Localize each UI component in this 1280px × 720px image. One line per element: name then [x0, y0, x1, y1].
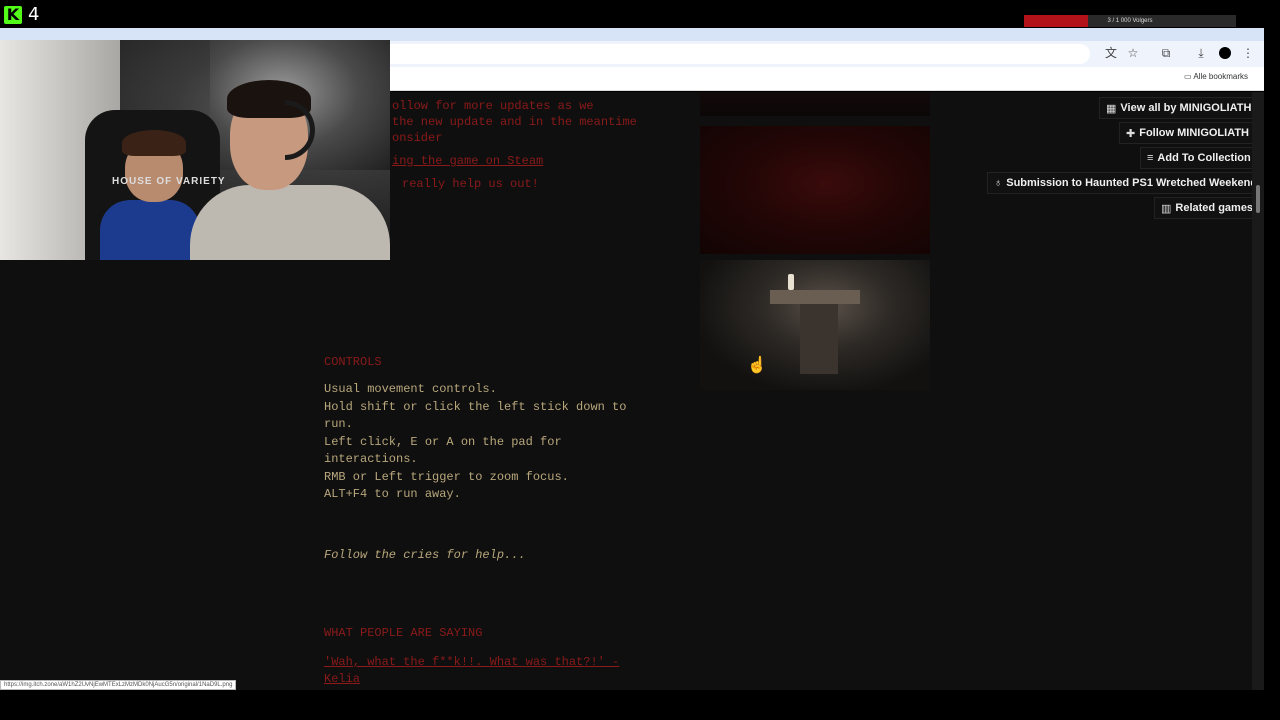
add-to-collection-button[interactable]: ≡ Add To Collection: [1140, 147, 1252, 169]
controls-line: run.: [324, 417, 353, 431]
tagline: Follow the cries for help...: [324, 548, 526, 562]
scrollbar-thumb[interactable]: [1256, 185, 1260, 213]
award-icon: ♁: [994, 177, 1003, 189]
controls-line: ALT+F4 to run away.: [324, 487, 461, 501]
map-icon: ▥: [1161, 202, 1172, 215]
view-all-label: View all by MINIGOLIATH: [1120, 102, 1252, 114]
jam-submission-button[interactable]: ♁ Submission to Haunted PS1 Wretched Wee…: [987, 172, 1252, 194]
streamer-host: [185, 80, 390, 260]
follow-label: Follow MINIGOLIATH: [1139, 127, 1249, 139]
controls-list: Usual movement controls. Hold shift or c…: [324, 382, 626, 505]
screenshot-1[interactable]: [700, 92, 930, 116]
host-body: [190, 185, 390, 260]
viewer-count: 4: [28, 4, 40, 25]
follow-button[interactable]: ✚ Follow MINIGOLIATH: [1119, 122, 1252, 144]
goal-count: 3 / 1 000: [1107, 18, 1131, 24]
controls-line: RMB or Left trigger to zoom focus.: [324, 469, 569, 484]
link-status-bar: https://img.itch.zone/aW1hZ2UvNjEwMTExLz…: [0, 680, 237, 690]
controls-line: Left click, E or A on the pad for: [324, 434, 562, 449]
controls-heading: CONTROLS: [324, 355, 382, 369]
folder-icon: ▭: [1184, 72, 1192, 81]
menu-icon[interactable]: ⋮: [1240, 45, 1256, 61]
itch-icon: ▦: [1106, 102, 1117, 115]
page-scrollbar[interactable]: [1252, 92, 1264, 690]
review-author[interactable]: Kelia: [324, 672, 360, 686]
reviews-heading: WHAT PEOPLE ARE SAYING: [324, 626, 483, 640]
follower-goal-bar: 3 / 1 000 Volgers: [1024, 15, 1236, 27]
screenshot-3[interactable]: [700, 260, 930, 390]
all-bookmarks-folder[interactable]: ▭ Alle bookmarks: [1184, 72, 1248, 81]
kick-logo-icon: K: [4, 6, 22, 24]
controls-line: Usual movement controls.: [324, 382, 497, 396]
steam-link[interactable]: ing the game on Steam: [392, 154, 543, 168]
download-icon[interactable]: ⤓: [1193, 45, 1209, 61]
screenshot-2[interactable]: [700, 126, 930, 254]
follower-goal-text: 3 / 1 000 Volgers: [1024, 15, 1236, 27]
streamer-guest: [80, 130, 200, 260]
translate-icon[interactable]: 文: [1103, 45, 1119, 61]
follow-icon: ✚: [1126, 127, 1136, 140]
desc-line-2: the new update and in the meantime: [392, 115, 637, 129]
candle: [788, 274, 794, 290]
desc-line-3: onsider: [392, 131, 443, 145]
goal-label: Volgers: [1132, 18, 1153, 24]
guest-hair: [122, 130, 186, 156]
all-bookmarks-label: Alle bookmarks: [1193, 72, 1249, 81]
stream-top-bar: K 4 3 / 1 000 Volgers: [0, 0, 1280, 28]
review-quote[interactable]: 'Wah, what the f**k!!. What was that?!' …: [324, 655, 619, 669]
desc-line-1: ollow for more updates as we: [392, 99, 594, 113]
profile-icon[interactable]: [1219, 47, 1231, 59]
add-to-collection-label: Add To Collection: [1157, 152, 1251, 164]
collection-icon: ≡: [1147, 152, 1154, 164]
related-games-label: Related games: [1175, 202, 1252, 214]
related-games-button[interactable]: ▥ Related games: [1154, 197, 1252, 219]
stream-bottom-bar: [0, 690, 1280, 720]
star-icon[interactable]: ☆: [1125, 45, 1141, 61]
view-all-button[interactable]: ▦ View all by MINIGOLIATH: [1099, 97, 1252, 119]
desc-line-5: really help us out!: [402, 177, 539, 191]
extensions-icon[interactable]: ⧉: [1158, 45, 1174, 61]
controls-line: interactions.: [324, 452, 418, 466]
jam-submission-label: Submission to Haunted PS1 Wretched Weeke…: [1006, 177, 1252, 189]
hand-cursor-icon: ☝: [747, 357, 767, 374]
table-top: [770, 290, 860, 304]
corridor: [800, 304, 838, 374]
controls-line: Hold shift or click the left stick down …: [324, 399, 627, 414]
webcam-overlay: HOUSE OF VARIETY: [0, 40, 390, 260]
